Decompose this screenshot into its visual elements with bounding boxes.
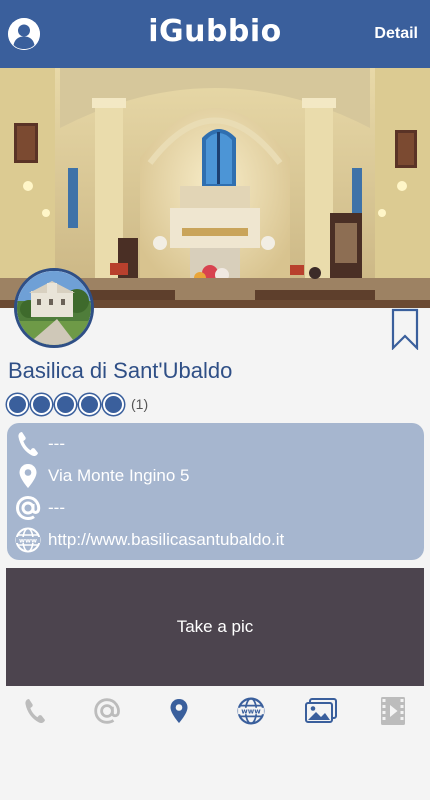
detail-button[interactable]: Detail [374,25,418,43]
tab-video-icon[interactable] [376,694,410,728]
at-icon [15,495,41,521]
rating-count: (1) [131,396,149,412]
tab-phone-icon[interactable] [18,694,52,728]
rating-dot-icon [103,393,124,415]
rating-dot-icon [7,393,28,415]
rating-stars[interactable]: (1) [7,393,148,415]
website-row[interactable]: www http://www.basilicasantubaldo.it [7,524,424,556]
phone-icon [15,431,41,457]
website-value: http://www.basilicasantubaldo.it [48,530,285,549]
bottom-tab-bar: www [0,690,430,732]
tab-email-icon[interactable] [90,694,124,728]
address-value: Via Monte Ingino 5 [48,466,190,485]
tab-web-icon[interactable]: www [234,694,268,728]
place-title: Basilica di Sant'Ubaldo [8,358,233,383]
app-screen: iGubbio Detail Basilica di Sant'Ubaldo (… [0,0,430,800]
app-logo: iGubbio [148,14,282,49]
take-pic-button[interactable]: Take a pic [6,568,424,686]
rating-dot-icon [79,393,100,415]
map-pin-icon [15,463,41,489]
phone-row[interactable]: --- [7,428,424,460]
svg-text:www: www [241,707,261,715]
email-row[interactable]: --- [7,492,424,524]
take-pic-label: Take a pic [176,617,254,636]
email-value: --- [48,498,65,517]
phone-value: --- [48,434,65,453]
top-bar: iGubbio Detail [0,0,430,68]
rating-dot-icon [31,393,52,415]
tab-gallery-icon[interactable] [304,694,338,728]
svg-text:www: www [19,536,37,544]
bookmark-icon[interactable] [390,308,420,351]
globe-www-icon: www [15,527,41,553]
contact-card: --- Via Monte Ingino 5 --- www http://ww… [7,423,424,560]
address-row[interactable]: Via Monte Ingino 5 [7,460,424,492]
rating-dot-icon [55,393,76,415]
place-thumbnail[interactable] [14,268,94,348]
tab-map-icon[interactable] [162,694,196,728]
